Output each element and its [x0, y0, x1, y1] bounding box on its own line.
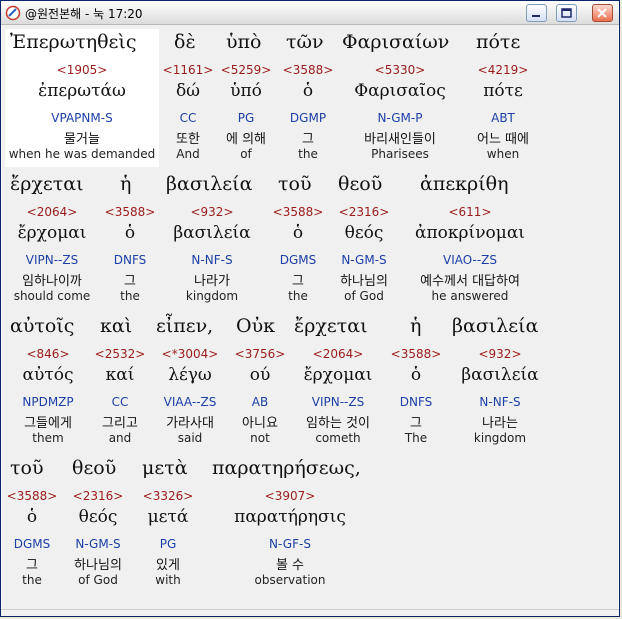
maximize-button[interactable]: [556, 4, 577, 22]
greek-word[interactable]: πότε: [476, 31, 520, 53]
strong-number[interactable]: <2316>: [304, 205, 424, 219]
lemma: Φαρισαῖος: [354, 81, 446, 101]
lemma: ἀποκρίνομαι: [415, 223, 525, 243]
korean-gloss: 볼 수: [275, 558, 305, 573]
greek-word[interactable]: ἀπεκρίθη: [420, 173, 508, 195]
morphology-code[interactable]: VPAPNM-S: [22, 111, 142, 125]
lemma: ἐπερωτάω: [38, 81, 126, 101]
greek-word[interactable]: ἔρχεται: [294, 315, 368, 337]
lemma: θεός: [344, 223, 384, 243]
morphology-code[interactable]: PG: [108, 537, 228, 551]
greek-word[interactable]: Ἐπερωτηθεὶς: [10, 31, 136, 53]
greek-word[interactable]: ἔρχεται: [10, 173, 84, 195]
greek-word[interactable]: παρατηρήσεως,: [212, 457, 361, 479]
morphology-code[interactable]: N-GM-P: [340, 111, 460, 125]
content-area[interactable]: Ἐπερωτηθεὶς δὲ ὑπὸ τῶν Φαρισαίων πότε <1…: [2, 25, 618, 612]
english-gloss: kingdom: [473, 431, 527, 445]
strong-number[interactable]: <4219>: [443, 63, 563, 77]
greek-word[interactable]: εἶπεν,: [156, 315, 213, 337]
english-gloss: observation: [254, 573, 326, 587]
strong-number[interactable]: <5330>: [340, 63, 460, 77]
greek-word[interactable]: Φαρισαίων: [342, 31, 449, 53]
strong-number[interactable]: <3326>: [108, 489, 228, 503]
minimize-button[interactable]: [526, 4, 547, 22]
morphology-code[interactable]: N-GF-S: [230, 537, 350, 551]
maximize-icon: [561, 8, 572, 18]
morphology-code[interactable]: N-GM-S: [304, 253, 424, 267]
close-button[interactable]: [592, 4, 613, 22]
greek-word[interactable]: ὑπὸ: [226, 31, 261, 53]
greek-word[interactable]: ἡ: [120, 173, 131, 195]
greek-word[interactable]: τοῦ: [10, 457, 44, 479]
greek-word[interactable]: καὶ: [100, 315, 132, 337]
strong-number[interactable]: <932>: [440, 347, 560, 361]
greek-word[interactable]: βασιλεία: [452, 315, 538, 337]
greek-word[interactable]: δὲ: [174, 31, 196, 53]
close-icon: [597, 8, 607, 18]
greek-word[interactable]: τοῦ: [278, 173, 312, 195]
morphology-code[interactable]: N-NF-S: [440, 395, 560, 409]
strong-number[interactable]: <611>: [410, 205, 530, 219]
greek-word[interactable]: τῶν: [286, 31, 324, 53]
korean-gloss: 있게: [156, 558, 180, 573]
app-logo-icon: [5, 5, 21, 21]
korean-gloss: 어느 때에: [477, 132, 529, 147]
korean-gloss: 예수께서 대답하여: [420, 274, 520, 289]
strong-number[interactable]: <1905>: [22, 63, 142, 77]
greek-word[interactable]: βασιλεία: [166, 173, 252, 195]
morphology-code[interactable]: ABT: [443, 111, 563, 125]
lemma: μετά: [147, 507, 189, 527]
minimize-icon: [532, 15, 540, 17]
horizontal-scrollbar[interactable]: [1, 609, 619, 616]
window-title: @원전본해 - 눅 17:20: [25, 7, 143, 21]
app-window: @원전본해 - 눅 17:20 Ἐπερωτηθεὶς δὲ ὑπὸ τῶν Φ…: [0, 0, 620, 617]
morphology-code[interactable]: VIAO--ZS: [410, 253, 530, 267]
greek-word[interactable]: Οὐκ: [236, 315, 275, 337]
lemma: βασιλεία: [461, 365, 539, 385]
greek-word[interactable]: αὐτοῖς: [10, 315, 74, 337]
lemma: παρατήρησις: [234, 507, 346, 527]
greek-word[interactable]: μετὰ: [142, 457, 188, 479]
strong-number[interactable]: <3907>: [230, 489, 350, 503]
title-bar[interactable]: @원전본해 - 눅 17:20: [1, 1, 619, 25]
english-gloss: when: [486, 147, 520, 161]
greek-word[interactable]: θεοῦ: [338, 173, 382, 195]
lemma: πότε: [483, 81, 523, 101]
greek-word[interactable]: ἡ: [410, 315, 421, 337]
english-gloss: he answered: [431, 289, 509, 303]
greek-word[interactable]: θεοῦ: [72, 457, 116, 479]
korean-gloss: 나라는: [482, 416, 518, 431]
